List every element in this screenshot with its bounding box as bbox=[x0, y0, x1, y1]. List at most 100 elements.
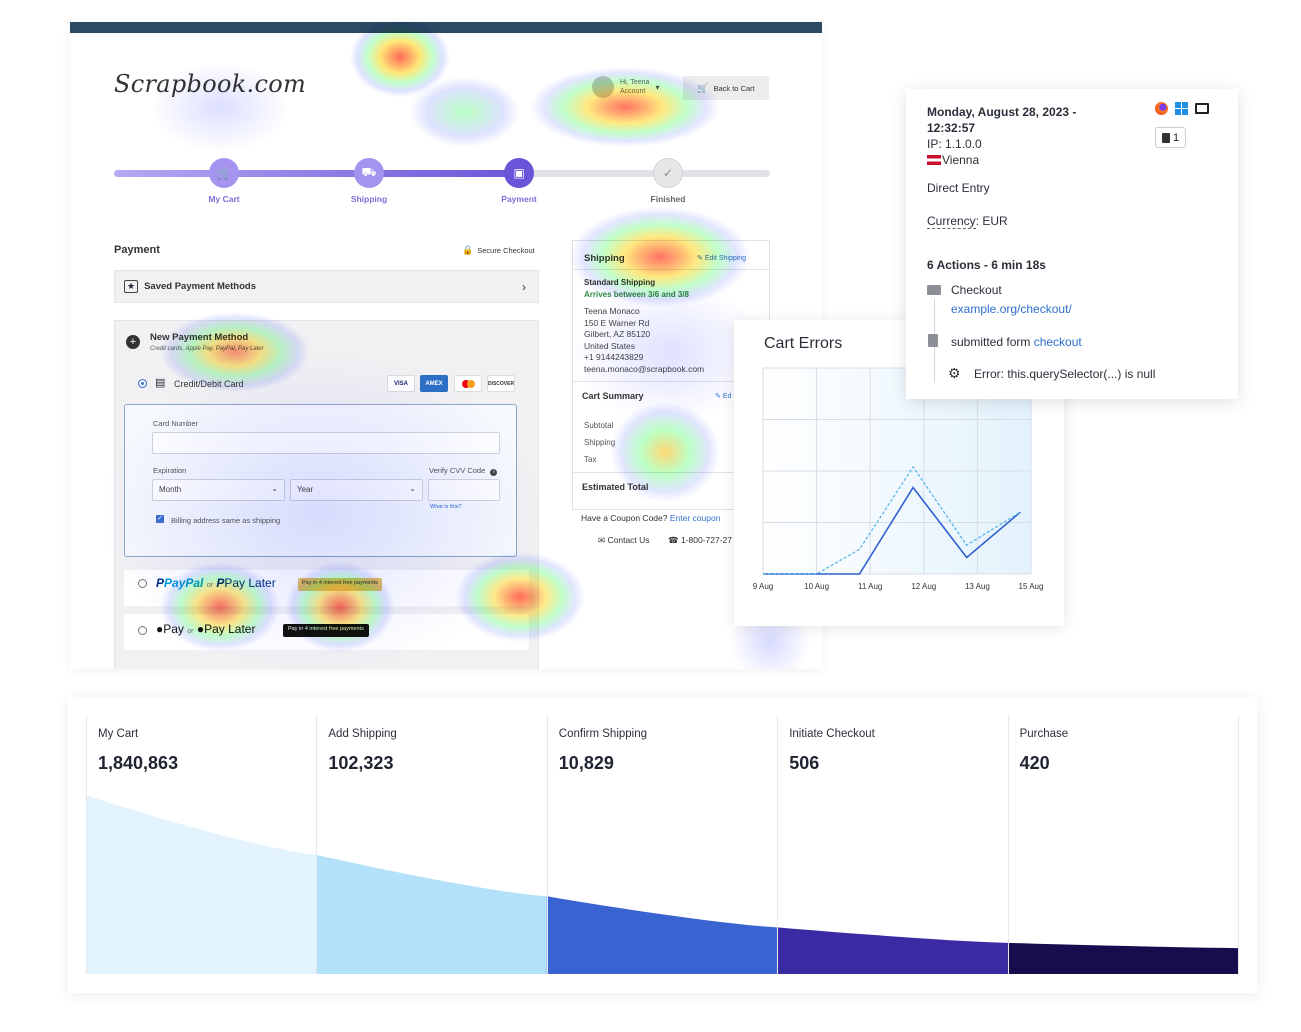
enter-coupon-link[interactable]: Enter coupon bbox=[670, 513, 721, 523]
phone-icon: ☎ bbox=[668, 535, 679, 545]
visa-logo: VISA bbox=[387, 375, 415, 392]
what-is-this-link[interactable]: What is this? bbox=[430, 504, 461, 510]
info-icon[interactable]: i bbox=[490, 469, 498, 476]
secure-checkout: 🔒 Secure Checkout bbox=[462, 245, 535, 255]
apple-pay-radio[interactable] bbox=[138, 626, 147, 635]
card-number-input[interactable] bbox=[152, 432, 500, 454]
truck-icon: ⛟ bbox=[361, 165, 377, 179]
billing-same-label: Billing address same as shipping bbox=[171, 516, 281, 525]
funnel-stage-label: Confirm Shipping bbox=[558, 728, 648, 740]
tax-label: Tax bbox=[584, 455, 597, 464]
funnel-stage-label: My Cart bbox=[98, 728, 139, 740]
account-greeting: Hi, Teena bbox=[620, 79, 650, 86]
step-shipping[interactable]: ⛟ bbox=[354, 158, 384, 188]
x-tick-label: 10 Aug bbox=[804, 582, 829, 591]
payment-heading: Payment bbox=[114, 244, 160, 256]
checkout-url-link[interactable]: example.org/checkout/ bbox=[951, 302, 1072, 316]
step-label: Finished bbox=[650, 194, 686, 204]
clipboard-icon bbox=[1161, 132, 1170, 143]
funnel-stage-value: 10,829 bbox=[558, 753, 614, 773]
checkout-screenshot: Scrapbook.com Hi, Teena Account ▾ 🛒 Back… bbox=[70, 22, 822, 669]
actions-heading: 6 Actions - 6 min 18s bbox=[927, 258, 1046, 272]
discover-logo: DISCOVER bbox=[487, 375, 515, 392]
funnel-stage-label: Add Shipping bbox=[328, 728, 397, 740]
step-label: My Cart bbox=[208, 194, 240, 204]
page-count-badge[interactable]: 1 bbox=[1155, 127, 1186, 148]
paypal-radio[interactable] bbox=[138, 579, 147, 588]
windows-icon bbox=[1175, 102, 1188, 115]
expiration-label: Expiration bbox=[153, 466, 187, 475]
checkout-form-link[interactable]: checkout bbox=[1034, 335, 1082, 349]
cart-summary-heading: Cart Summary bbox=[582, 391, 644, 401]
shipping-heading: Shipping bbox=[584, 253, 625, 264]
traffic-source: Direct Entry bbox=[927, 181, 990, 195]
chevron-down-icon: ⌄ bbox=[271, 484, 278, 493]
site-logo[interactable]: Scrapbook.com bbox=[114, 70, 306, 98]
folder-icon bbox=[927, 285, 941, 295]
account-label: Account bbox=[620, 88, 646, 95]
funnel-divider bbox=[777, 715, 779, 974]
card-number-label: Card Number bbox=[153, 419, 199, 428]
clipboard-icon bbox=[928, 334, 938, 347]
saved-payment-methods-row[interactable]: ★ Saved Payment Methods › bbox=[114, 270, 539, 303]
step-label: Payment bbox=[501, 194, 537, 204]
avatar bbox=[592, 76, 614, 98]
step-payment[interactable]: ▣ bbox=[504, 158, 534, 188]
funnel-stage-value: 102,323 bbox=[328, 753, 394, 773]
progress-track-done bbox=[114, 170, 522, 177]
bug-icon: ⚙ bbox=[948, 365, 961, 381]
credit-debit-label: Credit/Debit Card bbox=[174, 379, 244, 389]
paypal-logo: PPayPal or PPay Later bbox=[156, 576, 276, 590]
chevron-down-icon: ⌄ bbox=[409, 484, 416, 493]
mastercard-logo bbox=[454, 375, 482, 392]
account-menu[interactable]: Hi, Teena Account ▾ bbox=[592, 76, 659, 98]
funnel-stage-value: 506 bbox=[789, 753, 820, 773]
shipping-method: Standard Shipping bbox=[584, 278, 656, 287]
apple-badge: Pay in 4 interest free payments bbox=[283, 624, 369, 637]
funnel-stage-value: 1,840,863 bbox=[98, 753, 179, 773]
progress-track-pending bbox=[520, 170, 770, 177]
cart-icon: 🛒 bbox=[697, 82, 709, 93]
check-icon: ✓ bbox=[662, 166, 674, 180]
session-details-card: Monday, August 28, 2023 - 12:32:57 IP: 1… bbox=[906, 89, 1238, 399]
cart-summary-edit[interactable]: ✎ Ed bbox=[715, 392, 731, 400]
plus-icon[interactable]: + bbox=[126, 335, 140, 349]
desktop-icon bbox=[1195, 103, 1209, 114]
estimated-total-label: Estimated Total bbox=[582, 482, 649, 492]
shipping-cost-label: Shipping bbox=[584, 438, 616, 447]
subtotal-label: Subtotal bbox=[584, 421, 614, 430]
x-tick-label: 11 Aug bbox=[858, 582, 882, 591]
shipping-divider bbox=[573, 269, 771, 270]
funnel-segment bbox=[777, 927, 1008, 974]
apple-pay-logo: ●Pay or ●Pay Later bbox=[156, 622, 256, 636]
back-to-cart-label: Back to Cart bbox=[713, 83, 755, 93]
edit-shipping-link[interactable]: ✎ Edit Shipping bbox=[697, 254, 746, 262]
funnel-stage-value: 420 bbox=[1019, 753, 1050, 773]
funnel-segment bbox=[316, 854, 547, 974]
x-tick-label: 15 Aug bbox=[1019, 582, 1044, 591]
billing-checkbox[interactable]: ✓ bbox=[156, 515, 164, 523]
contact-us-link[interactable]: ✉ Contact Us bbox=[598, 535, 650, 546]
coupon-prompt: Have a Coupon Code? Enter coupon bbox=[581, 513, 721, 523]
session-datetime: Monday, August 28, 2023 - 12:32:57 bbox=[927, 105, 1077, 135]
new-method-subtitle: Credit cards, Apple Pay, PayPal, Pay Lat… bbox=[150, 346, 264, 352]
year-select[interactable]: Year ⌄ bbox=[290, 479, 423, 501]
edit-icon: ✎ bbox=[697, 255, 703, 262]
step-my-cart[interactable]: 🛒 bbox=[209, 158, 239, 188]
funnel-divider bbox=[546, 715, 548, 974]
arrival-window: Arrives between 3/6 and 3/8 bbox=[584, 290, 689, 299]
top-bar bbox=[70, 22, 822, 33]
phone-link[interactable]: ☎ 1-800-727-27 bbox=[668, 535, 732, 546]
card-icon: ▤ bbox=[155, 377, 166, 389]
chevron-right-icon: › bbox=[522, 279, 526, 294]
cvv-input[interactable] bbox=[428, 479, 500, 501]
lock-icon: 🔒 bbox=[462, 245, 474, 255]
star-icon: ★ bbox=[124, 280, 139, 293]
browser-icons bbox=[1155, 102, 1209, 115]
conversion-funnel: My Cart 1,840,863 Add Shipping 102,323 Confi… bbox=[68, 697, 1257, 993]
credit-card-radio[interactable] bbox=[138, 379, 147, 388]
x-tick-label: 13 Aug bbox=[965, 582, 990, 591]
funnel-stage-label: Initiate Checkout bbox=[789, 728, 875, 740]
back-to-cart-button[interactable]: 🛒 Back to Cart bbox=[683, 76, 769, 100]
month-select[interactable]: Month ⌄ bbox=[152, 479, 285, 501]
